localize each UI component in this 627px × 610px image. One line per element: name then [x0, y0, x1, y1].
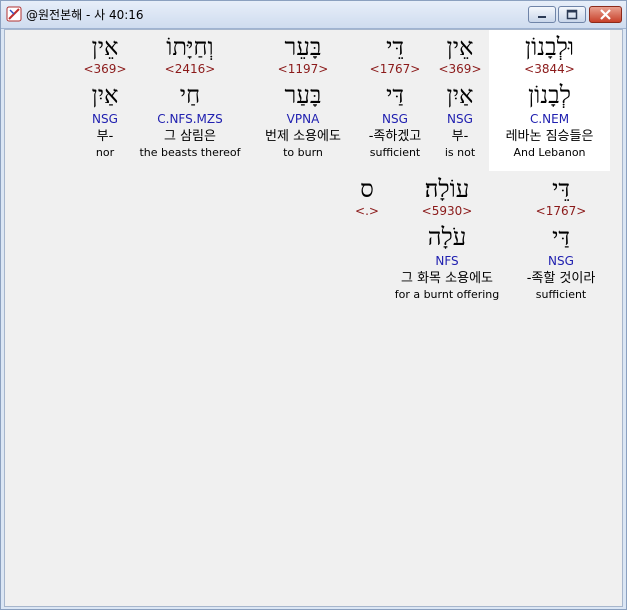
lemma-word: דַּי [386, 81, 404, 109]
english-gloss: sufficient [535, 288, 587, 301]
lemma-word: דַּי [552, 223, 570, 251]
english-gloss: for a burnt offering [394, 288, 500, 301]
korean-gloss: -족할 것이라 [526, 271, 596, 286]
hebrew-word: דֵּי [386, 33, 404, 61]
strong-number[interactable]: <369> [81, 62, 129, 78]
word-cell[interactable]: ס <.> [349, 174, 385, 220]
strong-number[interactable]: <5930> [387, 204, 507, 220]
hebrew-word: ס [360, 175, 374, 203]
strong-number[interactable]: <369> [435, 62, 485, 78]
minimize-icon [538, 16, 546, 18]
lemma-word: אַיִן [446, 81, 474, 109]
hebrew-word: עוֹלָה׃ [424, 175, 470, 203]
maximize-icon [566, 9, 578, 20]
english-gloss: nor [95, 146, 115, 159]
word-cell[interactable]: דֵּי <1767> דַּי NSG -족하겠고 sufficient [357, 32, 433, 160]
hebrew-word: דֵּי [552, 175, 570, 203]
hebrew-word: אֵין [446, 33, 474, 61]
strong-number[interactable]: <1767> [357, 62, 433, 78]
word-cell[interactable]: וְחַיָּתוֹ <2416> חַי C.NFS.MZS 그 삼림은 th… [131, 32, 249, 160]
parse-code: NSG [92, 112, 118, 126]
parse-code: NSG [548, 254, 574, 268]
english-gloss: sufficient [369, 146, 421, 159]
strong-number[interactable]: <3844> [489, 62, 610, 78]
word-cell[interactable]: בָּעֵר <1197> בָּעַר VPNA 번제 소용에도 to bur… [253, 32, 353, 160]
parse-code: NSG [447, 112, 473, 126]
word-cell[interactable]: אֵין <369> אַיִן NSG 부- nor [81, 32, 129, 160]
english-gloss: is not [444, 146, 476, 159]
lemma-word: אַיִן [91, 81, 119, 109]
korean-gloss: 레바논 짐승들은 [505, 129, 594, 144]
korean-gloss: 번제 소용에도 [265, 129, 341, 144]
minimize-button[interactable] [528, 6, 556, 23]
title-bar[interactable]: @원전본해 - 사 40:16 [1, 1, 626, 29]
parse-code: C.NEM [529, 112, 570, 126]
word-cell[interactable]: אֵין <369> אַיִן NSG 부- is not [435, 32, 485, 160]
parse-code: NSG [382, 112, 408, 126]
english-gloss: the beasts thereof [139, 146, 241, 159]
hebrew-word: אֵין [91, 33, 119, 61]
strong-number[interactable]: <1197> [253, 62, 353, 78]
korean-gloss: 그 화목 소용에도 [401, 271, 493, 286]
close-icon [600, 9, 611, 20]
korean-gloss: 부- [96, 129, 114, 144]
strong-number[interactable]: <.> [349, 204, 385, 220]
window-title: @원전본해 - 사 40:16 [26, 8, 144, 22]
strong-number[interactable]: <2416> [131, 62, 249, 78]
lemma-word: לְבָנוֹן [528, 81, 571, 109]
lemma-word: חַי [179, 81, 201, 109]
hebrew-word: בָּעֵר [284, 33, 322, 61]
word-cell[interactable]: דֵּי <1767> דַּי NSG -족할 것이라 sufficient [509, 174, 613, 302]
korean-gloss: -족하겠고 [368, 129, 422, 144]
english-gloss: And Lebanon [513, 146, 586, 159]
parse-code: C.NFS.MZS [157, 112, 223, 126]
app-icon [6, 6, 22, 22]
lemma-word: בָּעַר [284, 81, 322, 109]
parse-code: NFS [435, 254, 459, 268]
hebrew-word: וּלְבָנוֹן [525, 33, 574, 61]
korean-gloss: 그 삼림은 [164, 129, 216, 144]
lemma-word: עֹלָה [427, 223, 467, 251]
word-cell[interactable]: וּלְבָנוֹן <3844> לְבָנוֹן C.NEM 레바논 짐승들… [489, 32, 610, 160]
strong-number[interactable]: <1767> [509, 204, 613, 220]
app-window: @원전본해 - 사 40:16 וּלְבָנוֹן <3844> לְבָנו… [0, 0, 627, 610]
korean-gloss: 부- [451, 129, 469, 144]
parse-code: VPNA [286, 112, 320, 126]
english-gloss: to burn [283, 146, 323, 159]
close-button[interactable] [589, 6, 622, 23]
hebrew-word: וְחַיָּתוֹ [166, 33, 214, 61]
word-cell[interactable]: עוֹלָה׃ <5930> עֹלָה NFS 그 화목 소용에도 for a… [387, 174, 507, 302]
verse-panel: וּלְבָנוֹן <3844> לְבָנוֹן C.NEM 레바논 짐승들… [4, 29, 623, 607]
maximize-button[interactable] [558, 6, 586, 23]
